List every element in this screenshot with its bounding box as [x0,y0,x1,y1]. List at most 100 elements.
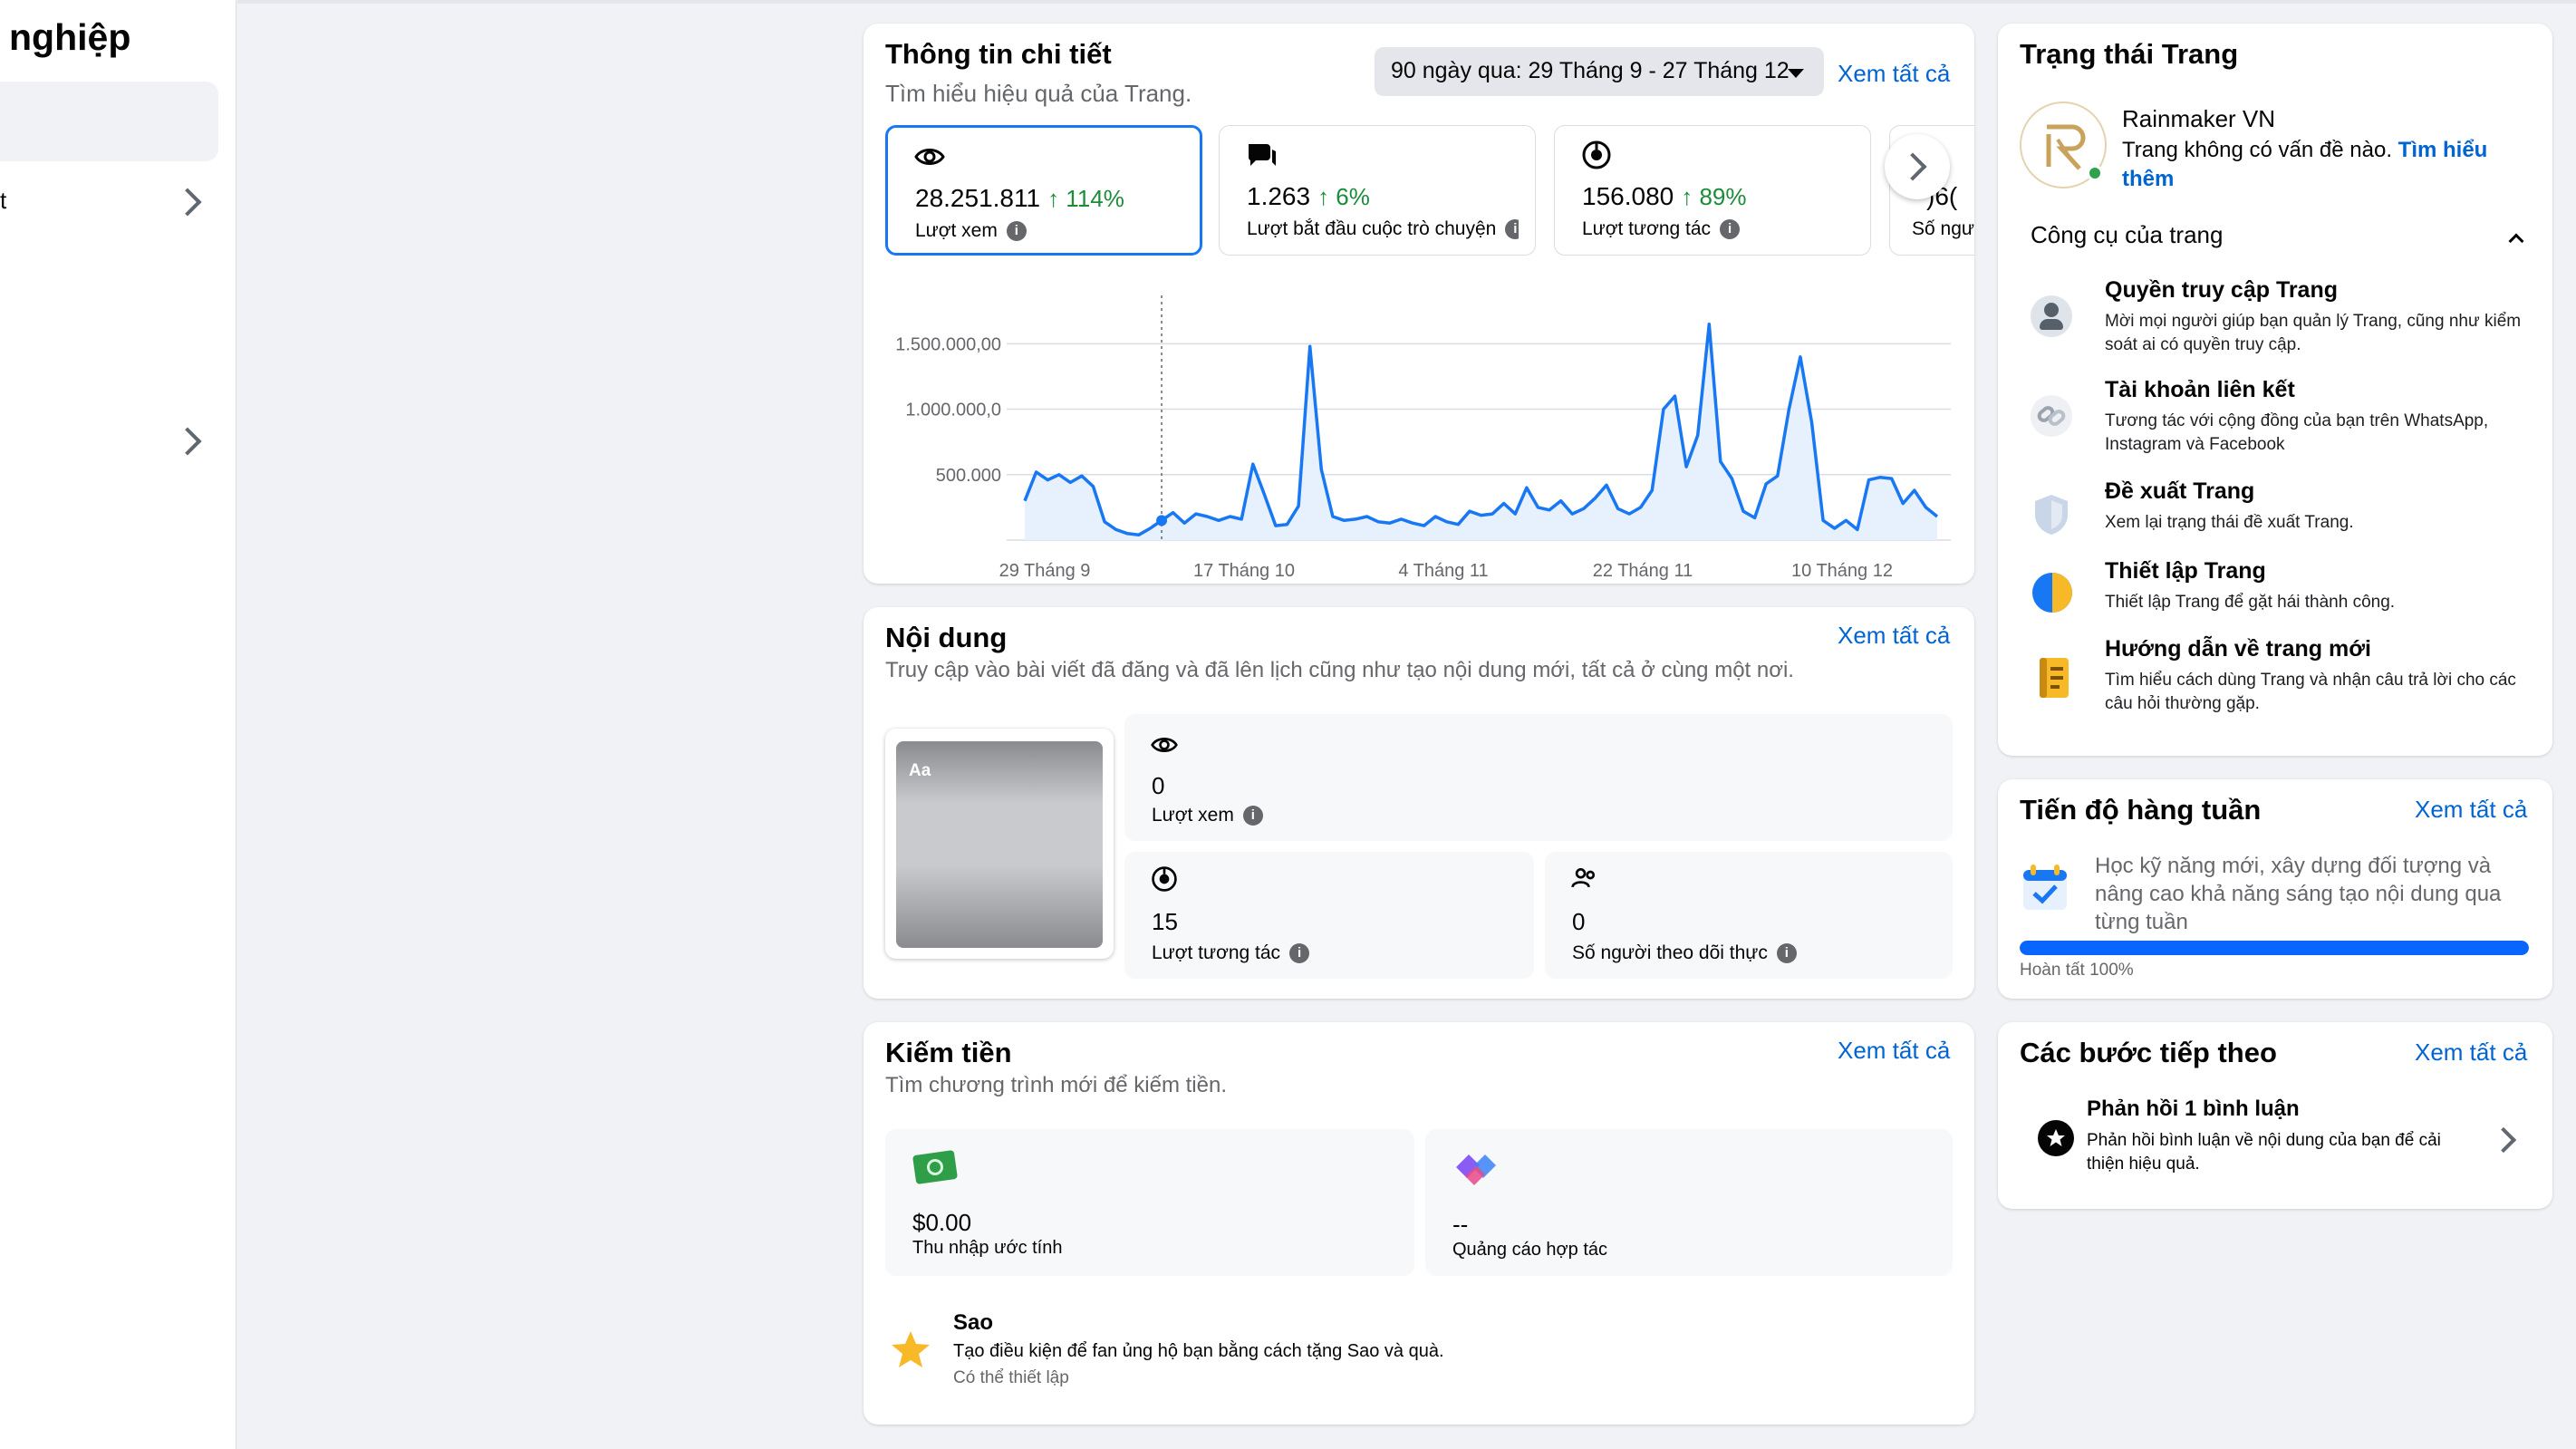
tool-description: Mời mọi người giúp bạn quản lý Trang, cũ… [2105,312,2522,354]
page-status-title: Trạng thái Trang [2020,38,2239,70]
info-icon: i [1006,221,1027,242]
star-icon [892,1331,930,1367]
hover-point [1156,515,1168,526]
chevron-right-icon[interactable] [173,188,202,217]
interaction-icon [1152,866,1177,892]
date-range-label: 90 ngày qua: 29 Tháng 9 - 27 Tháng 12 [1391,58,1790,83]
shield-icon [2035,495,2068,535]
date-range-dropdown[interactable]: 90 ngày qua: 29 Tháng 9 - 27 Tháng 12 [1375,47,1824,96]
sidebar-item-label[interactable]: t [0,187,6,215]
stat-views: 0 Lượt xem i [1124,714,1953,841]
post-thumbnail[interactable]: Aa [885,729,1114,959]
metric-value: 28.251.811 ↑ 114% [915,184,1124,212]
income-value: $0.00 [912,1209,972,1236]
online-status-dot [2087,165,2103,181]
weekly-see-all-link[interactable]: Xem tất cả [2415,796,2527,824]
tool-title: Thiết lập Trang [2105,558,2266,584]
y-tick-label: 1.500.000,00 [895,334,1001,354]
weekly-progress-label: Hoàn tất 100% [2020,961,2134,980]
next-metrics-button[interactable] [1885,134,1950,199]
stat-value: 0 [1572,908,1586,935]
page-status-text: Trang không có vấn đề nào. Tìm hiểu thêm [2122,138,2488,191]
tool-title: Đề xuất Trang [2105,478,2255,504]
metric-card-conversations[interactable]: 1.263 ↑ 6% Lượt bắt đầu cuộc trò chuyện i [1219,125,1536,256]
pie-progress-icon [2032,573,2072,613]
interaction-icon [1582,140,1611,169]
sidebar-item-selected[interactable] [0,82,218,161]
stat-interactions: 15 Lượt tương tác i [1124,852,1534,979]
thumbnail-label: Aa [909,761,931,780]
views-line-chart: 1.500.000,00 1.000.000,0 500.000 29 Tháng 9… [895,295,1951,581]
metric-label: Lượt bắt đầu cuộc trò chuyện i [1247,218,1519,240]
content-subtitle: Truy cập vào bài viết đã đăng và đã lên … [885,658,1794,682]
tool-title: Tài khoản liên kết [2105,377,2295,402]
page-status-card: Trạng thái Trang Rainmaker VN Trang khôn… [1998,24,2552,756]
monetization-see-all-link[interactable]: Xem tất cả [1838,1037,1950,1065]
tool-description: Thiết lập Trang để gặt hái thành công. [2105,593,2396,612]
tool-item-new-page-guide[interactable]: Hướng dẫn về trang mới Tìm hiểu cách dùn… [2031,636,2538,723]
stat-label: Lượt tương tác i [1152,942,1310,964]
insights-title: Thông tin chi tiết [885,38,1112,70]
info-icon: i [1289,943,1310,964]
x-tick-label: 17 Tháng 10 [1193,561,1295,581]
tool-item-page-access[interactable]: Quyền truy cập Trang Mời mọi người giúp … [2031,277,2538,364]
content-see-all-link[interactable]: Xem tất cả [1838,622,1950,650]
money-icon [912,1149,959,1185]
tool-item-page-recommendation[interactable]: Đề xuất Trang Xem lại trạng thái đề xuất… [2031,478,2538,551]
monetization-card: Kiếm tiền Tìm chương trình mới để kiếm t… [863,1022,1974,1425]
info-icon: i [1720,219,1741,240]
metric-value: 1.263 ↑ 6% [1247,182,1370,210]
next-step-description: Phản hồi bình luận về nội dung của bạn đ… [2087,1131,2441,1174]
insights-see-all-link[interactable]: Xem tất cả [1838,60,1950,88]
comment-star-icon [2038,1120,2074,1156]
next-step-item[interactable]: Phản hồi 1 bình luận Phản hồi bình luận … [2020,1096,2536,1187]
tool-item-linked-accounts[interactable]: Tài khoản liên kết Tương tác với cộng đồ… [2031,377,2538,464]
metric-card-interactions[interactable]: 156.080 ↑ 89% Lượt tương tác i [1554,125,1871,256]
x-tick-label: 22 Tháng 11 [1593,561,1693,581]
tools-title: Công cụ của trang [2031,221,2224,248]
stat-label: Số người theo dõi thực i [1572,942,1797,964]
tool-description: Tương tác với cộng đồng của bạn trên Wha… [2105,411,2489,454]
eye-icon [1151,738,1178,752]
tool-description: Xem lại trạng thái đề xuất Trang. [2105,513,2354,532]
tool-item-page-setup[interactable]: Thiết lập Trang Thiết lập Trang để gặt h… [2031,558,2538,631]
page-avatar[interactable] [2020,101,2107,188]
ads-label: Quảng cáo hợp tác [1452,1240,1608,1260]
chevron-right-icon[interactable] [173,427,202,456]
metric-value: 156.080 ↑ 89% [1582,182,1747,210]
chevron-up-icon [2508,233,2524,249]
weekly-progress-fill [2020,941,2529,955]
stat-value: 0 [1152,772,1165,799]
income-card[interactable]: $0.00 Thu nhập ước tính [885,1129,1414,1276]
weekly-progress-bar [2020,941,2529,955]
metric-label: Lượt xem i [915,220,1027,242]
caret-down-icon [1788,69,1804,78]
info-icon: i [1505,219,1519,240]
tools-header[interactable]: Công cụ của trang [2031,221,2527,257]
stars-status: Có thể thiết lập [953,1368,1069,1387]
person-lock-icon [2031,295,2072,337]
next-steps-card: Các bước tiếp theo Xem tất cả Phản hồi 1… [1998,1022,2552,1209]
link-icon [2031,395,2072,437]
stars-title: Sao [953,1310,994,1335]
weekly-description: Học kỹ năng mới, xây dựng đối tượng và n… [2095,854,2502,934]
followers-icon [1571,868,1596,888]
stars-row[interactable]: Sao Tạo điều kiện để fan ủng hộ bạn bằng… [885,1303,1953,1412]
ads-value: -- [1452,1211,1469,1238]
metric-card-views[interactable]: 28.251.811 ↑ 114% Lượt xem i [885,125,1202,256]
calendar-check-icon [2023,865,2067,910]
sidebar-title: nghiệp [9,16,131,58]
next-steps-see-all-link[interactable]: Xem tất cả [2415,1038,2527,1067]
sidebar: nghiệp t [0,0,236,1449]
x-tick-label: 4 Tháng 11 [1398,561,1488,581]
chevron-right-icon [2490,1126,2517,1154]
x-tick-label: 29 Tháng 9 [999,561,1091,581]
monetization-subtitle: Tìm chương trình mới để kiếm tiền. [885,1073,1227,1097]
x-tick-label: 10 Tháng 12 [1791,561,1893,581]
y-tick-label: 1.000.000,0 [905,401,1001,420]
ads-card[interactable]: -- Quảng cáo hợp tác [1425,1129,1953,1276]
content-title: Nội dung [885,622,1008,653]
next-step-title: Phản hồi 1 bình luận [2087,1096,2300,1121]
stat-followers: 0 Số người theo dõi thực i [1545,852,1953,979]
stars-description: Tạo điều kiện để fan ủng hộ bạn bằng các… [953,1341,1444,1361]
